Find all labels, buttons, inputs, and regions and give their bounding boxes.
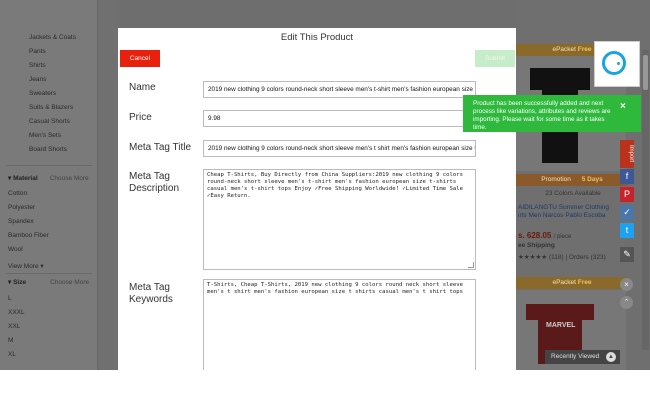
size-option: M: [8, 337, 14, 344]
material-option: Polyester: [8, 204, 36, 211]
edit-product-modal: Edit This Product Cancel Submit Name 201…: [118, 28, 516, 370]
category-item: Shirts: [29, 62, 46, 69]
size-option: XXL: [8, 323, 21, 330]
category-item: Board Shorts: [29, 146, 67, 153]
success-toast: Product has been successfully added and …: [463, 95, 641, 132]
category-item: Jackets & Coats: [29, 34, 76, 41]
product-price: s. 628.05 / piece: [518, 231, 626, 240]
category-item: Casual Shorts: [29, 118, 70, 125]
background-gap: [99, 0, 119, 370]
colors-available: 23 Colors Available: [545, 190, 601, 197]
category-item: Suits & Blazers: [29, 104, 74, 111]
page-scrollbar-thumb[interactable]: [643, 55, 648, 90]
tshirt-red-sleeves: [526, 304, 594, 320]
promo-label: Promotion: [541, 176, 571, 183]
meta-description-textarea[interactable]: Cheap T-Shirts, Buy Directly from China …: [203, 169, 476, 270]
material-title: Material: [13, 175, 38, 182]
page-scrollbar[interactable]: [642, 50, 649, 350]
edit-pencil-icon[interactable]: ✎: [620, 247, 634, 262]
choose-more-link: Choose More: [50, 279, 90, 286]
category-item: Men's Sets: [29, 132, 61, 139]
cancel-button[interactable]: Cancel: [120, 50, 160, 67]
promo-days: 5 Days: [581, 176, 603, 183]
pinterest-icon[interactable]: P: [620, 187, 634, 202]
divider: [6, 273, 92, 274]
price-unit: / piece: [553, 234, 572, 240]
epacket-label: ePacket: [552, 279, 576, 286]
material-option: Wool: [8, 246, 23, 253]
size-section-title: ▾ Size Choose More: [8, 279, 90, 286]
background-sidebar: Jackets & Coats Pants Shirts Jeans Sweat…: [0, 0, 98, 370]
size-option: XL: [8, 351, 16, 358]
tshirt-sleeves: [530, 68, 590, 90]
facebook-icon[interactable]: f: [620, 169, 634, 184]
modal-title: Edit This Product: [280, 32, 354, 43]
material-section-title: ▾ Material Choose More: [8, 175, 89, 182]
rating-text: ★★★★★ (118) | Orders (323): [518, 254, 606, 261]
category-item: Jeans: [29, 76, 47, 83]
shipping-text: ee Shipping: [518, 242, 555, 249]
name-label: Name: [129, 82, 156, 93]
meta-title-input[interactable]: 2019 new clothing 9 colors round-neck sh…: [203, 140, 476, 157]
meta-keywords-label: Meta Tag Keywords: [129, 282, 173, 305]
promotion-bar: Promotion 5 Days: [516, 174, 628, 186]
material-option: Bamboo Fiber: [8, 232, 49, 239]
product-title-line1: AIDILANGTU Summer Clothing: [518, 204, 610, 211]
app-logo-icon: [602, 51, 626, 75]
epacket-label: ePacket: [552, 46, 576, 53]
marvel-print: MARVEL: [546, 322, 576, 329]
toast-close-icon[interactable]: ×: [620, 101, 626, 112]
vk-icon[interactable]: ✓: [620, 205, 634, 220]
price-input[interactable]: 9.98: [203, 110, 476, 127]
category-item: Pants: [29, 48, 46, 55]
meta-keywords-textarea[interactable]: T-Shirts, Cheap T-Shirts, 2019 new cloth…: [203, 279, 476, 370]
app-logo-dot: [617, 62, 620, 65]
view-more-link: View More ▾: [8, 263, 44, 270]
price-value: s. 628.05: [518, 231, 552, 240]
free-label: Free: [577, 279, 592, 286]
bottom-strip: [0, 370, 650, 400]
view-more-label: View More: [8, 263, 39, 270]
category-item: Sweaters: [29, 90, 57, 97]
epacket-bar-2: ePacket Free: [516, 277, 628, 289]
free-label: Free: [577, 46, 592, 53]
chevron-up-icon[interactable]: ▲: [606, 352, 616, 362]
divider: [6, 165, 92, 166]
size-option: XXXL: [8, 309, 25, 316]
price-label: Price: [129, 112, 152, 123]
submit-button[interactable]: Submit: [475, 50, 515, 67]
material-option: Cotton: [8, 190, 28, 197]
choose-more-link: Choose More: [49, 175, 89, 182]
meta-title-label: Meta Tag Title: [129, 142, 192, 153]
meta-description-label: Meta Tag Description: [129, 171, 180, 194]
import-side-tab[interactable]: Import: [620, 140, 634, 168]
close-icon[interactable]: ×: [620, 278, 633, 291]
twitter-icon[interactable]: t: [620, 223, 634, 238]
size-option: L: [8, 295, 12, 302]
product-title-line2: irts Men Narcos Pablo Escoba: [518, 212, 606, 219]
resize-handle[interactable]: [468, 262, 474, 268]
size-title: Size: [13, 279, 27, 286]
material-option: Spandex: [8, 218, 34, 225]
name-input[interactable]: 2019 new clothing 9 colors round-neck sh…: [203, 81, 476, 98]
scroll-up-icon[interactable]: ⌃: [620, 296, 633, 309]
